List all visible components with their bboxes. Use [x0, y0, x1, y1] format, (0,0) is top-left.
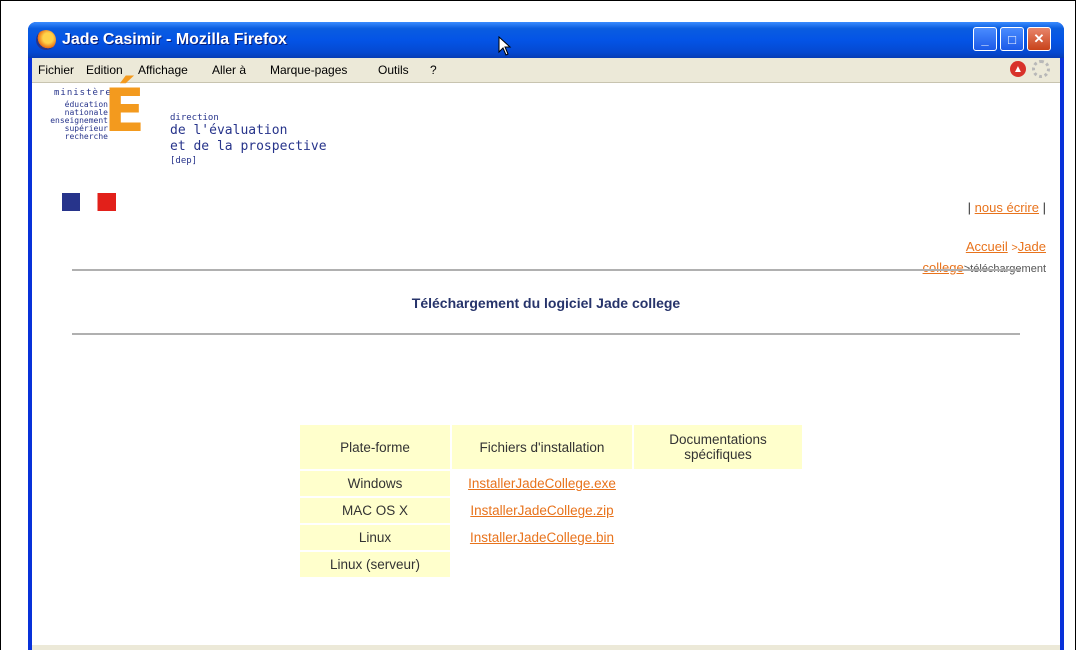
menu-aller-a[interactable]: Aller à — [212, 63, 246, 77]
logo-prospective: et de la prospective — [170, 139, 327, 154]
top-divider — [72, 269, 1020, 271]
frame-top-line — [0, 0, 1076, 1]
header-docs: Documentations spécifiques — [634, 425, 802, 469]
republique-flag-logo — [62, 193, 116, 211]
logo-ministere: ministère — [54, 88, 112, 98]
docs-cell — [634, 471, 802, 496]
file-cell — [452, 552, 632, 577]
menu-fichier[interactable]: Fichier — [38, 63, 74, 77]
platform-cell: MAC OS X — [300, 498, 450, 523]
table-row: Windows InstallerJadeCollege.exe — [300, 471, 802, 496]
logo-dep: [dep] — [170, 156, 198, 166]
menu-edition[interactable]: Edition — [86, 63, 123, 77]
breadcrumb-accueil[interactable]: Accueil — [966, 239, 1008, 254]
table-row: MAC OS X InstallerJadeCollege.zip — [300, 498, 802, 523]
nous-ecrire-link[interactable]: nous écrire — [975, 200, 1039, 215]
logo-direction: direction — [170, 113, 219, 123]
status-bar — [32, 645, 1060, 650]
page-title: Téléchargement du logiciel Jade college — [411, 295, 681, 311]
menu-marque-pages[interactable]: Marque-pages — [270, 63, 347, 77]
menu-aide[interactable]: ? — [430, 63, 437, 77]
download-link-linux[interactable]: InstallerJadeCollege.bin — [470, 530, 614, 545]
bottom-divider — [72, 333, 1020, 335]
download-link-windows[interactable]: InstallerJadeCollege.exe — [468, 476, 616, 491]
mouse-cursor-icon — [498, 36, 512, 56]
window-title: Jade Casimir - Mozilla Firefox — [62, 31, 287, 48]
frame-left-line — [0, 0, 1, 650]
download-table: Plate-forme Fichiers d'installation Docu… — [298, 423, 804, 579]
minimize-button[interactable]: _ — [973, 27, 997, 51]
logo-e-letter: É — [104, 76, 145, 146]
platform-cell: Linux (serveur) — [300, 552, 450, 577]
docs-cell — [634, 498, 802, 523]
flag-caption — [62, 213, 118, 219]
file-cell: InstallerJadeCollege.exe — [452, 471, 632, 496]
file-cell: InstallerJadeCollege.bin — [452, 525, 632, 550]
browser-window: Jade Casimir - Mozilla Firefox _ □ ✕ Fic… — [28, 22, 1064, 650]
docs-cell — [634, 552, 802, 577]
breadcrumb-jade[interactable]: Jade — [1018, 239, 1046, 254]
firefox-icon — [36, 30, 56, 50]
platform-cell: Linux — [300, 525, 450, 550]
menu-affichage[interactable]: Affichage — [138, 63, 188, 77]
alert-icon[interactable]: ▲ — [1010, 61, 1026, 77]
breadcrumb: Accueil >Jade college>téléchargement — [886, 237, 1046, 279]
table-row: Linux (serveur) — [300, 552, 802, 577]
menu-outils[interactable]: Outils — [378, 63, 409, 77]
page-content: ministère éducation nationale enseigneme… — [32, 76, 1060, 645]
breadcrumb-college[interactable]: college — [923, 260, 964, 275]
throbber-icon — [1032, 60, 1050, 78]
title-bar[interactable]: Jade Casimir - Mozilla Firefox _ □ ✕ — [28, 22, 1064, 58]
nous-ecrire-bar: | nous écrire | — [968, 200, 1046, 215]
close-button[interactable]: ✕ — [1027, 27, 1051, 51]
menu-bar: Fichier Edition Affichage Aller à Marque… — [32, 58, 1060, 83]
header-platform: Plate-forme — [300, 425, 450, 469]
logo-recherche: recherche — [64, 132, 108, 141]
file-cell: InstallerJadeCollege.zip — [452, 498, 632, 523]
docs-cell — [634, 525, 802, 550]
maximize-button[interactable]: □ — [1000, 27, 1024, 51]
header-files: Fichiers d'installation — [452, 425, 632, 469]
nous-ecrire-suffix: | — [1042, 200, 1046, 215]
table-row: Linux InstallerJadeCollege.bin — [300, 525, 802, 550]
download-link-macos[interactable]: InstallerJadeCollege.zip — [470, 503, 613, 518]
logo-evaluation: de l'évaluation — [170, 123, 288, 138]
nous-ecrire-prefix: | — [967, 200, 972, 215]
platform-cell: Windows — [300, 471, 450, 496]
